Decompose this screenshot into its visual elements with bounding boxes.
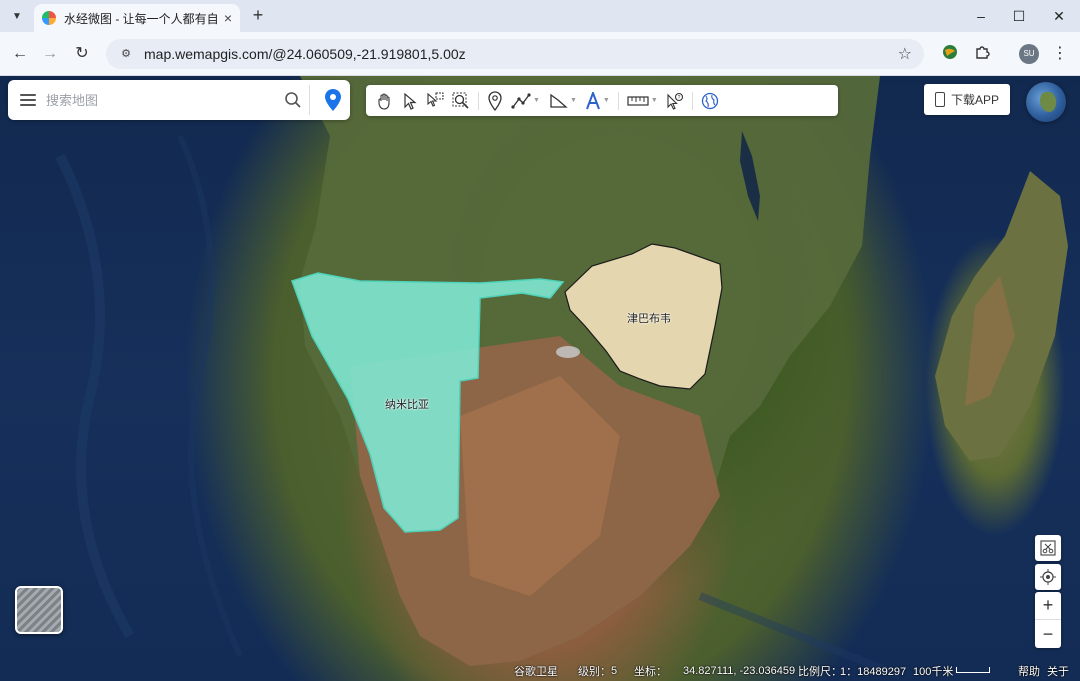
marker-icon[interactable] [487, 88, 503, 114]
back-button[interactable]: ← [8, 42, 32, 66]
site-info-icon[interactable]: ⚙ [118, 46, 134, 62]
tab-search-menu-icon[interactable]: ▼ [6, 6, 28, 26]
toolbar-divider [617, 91, 619, 110]
polyline-icon[interactable]: ▼ [511, 88, 540, 114]
box-select-icon[interactable] [426, 88, 444, 114]
extensions-puzzle-icon[interactable] [972, 44, 992, 64]
browser-tab[interactable]: 水经微图 - 让每一个人都有自己 × [34, 4, 240, 32]
region-label-zimbabwe: 津巴布韦 [627, 313, 671, 325]
about-link[interactable]: 关于 [1047, 663, 1069, 679]
bookmark-star-icon[interactable]: ☆ [898, 44, 912, 64]
download-app-button[interactable]: 下载APP [924, 84, 1010, 115]
zoom-out-button[interactable]: − [1035, 620, 1061, 648]
forward-button[interactable]: → [38, 42, 62, 66]
world-view-icon[interactable] [701, 88, 719, 114]
measure-ruler-icon[interactable]: ▼ [627, 88, 658, 114]
zoom-level-label: 级别： [578, 666, 611, 678]
tab-title: 水经微图 - 让每一个人都有自己 [64, 11, 218, 26]
extension-globe-icon[interactable] [940, 44, 960, 64]
profile-avatar[interactable]: SU [1019, 44, 1039, 64]
minimize-button[interactable]: – [966, 6, 996, 26]
browser-menu-icon[interactable]: ⋮ [1050, 44, 1070, 64]
address-bar[interactable]: ⚙ map.wemapgis.com/@24.060509,-21.919801… [106, 39, 924, 69]
browser-tab-bar: ▼ 水经微图 - 让每一个人都有自己 × + – ☐ ✕ [0, 0, 1080, 32]
map-search-box [8, 80, 350, 120]
tab-close-icon[interactable]: × [224, 11, 232, 25]
globe-view-button[interactable] [1026, 82, 1066, 122]
map-canvas[interactable]: 纳米比亚 津巴布韦 ▼ [0, 76, 1080, 681]
basemap-source: 谷歌卫星 [514, 666, 558, 678]
address-toolbar: ← → ↻ ⚙ map.wemapgis.com/@24.060509,-21.… [0, 32, 1080, 76]
phone-icon [934, 92, 945, 107]
maximize-button[interactable]: ☐ [1004, 6, 1034, 26]
zoom-in-button[interactable]: + [1035, 592, 1061, 620]
polygon-icon[interactable]: ▼ [548, 88, 577, 114]
site-favicon-icon [42, 11, 56, 25]
coordinate-value: 34.827111, -23.036459 [683, 665, 796, 677]
toolbar-divider [691, 91, 693, 110]
zoom-level-value: 5 [611, 665, 618, 677]
scale-value: 1：18489297 [840, 666, 907, 678]
menu-hamburger-icon[interactable] [20, 94, 36, 106]
zoom-controls: + − [1035, 592, 1061, 648]
scale-label: 比例尺： [798, 666, 842, 678]
search-input[interactable] [42, 85, 276, 115]
map-status-bar: 谷歌卫星 级别： 5 坐标： 34.827111, -23.036459 比例尺… [0, 661, 1080, 681]
toolbar-divider [478, 91, 479, 110]
scale-bar [956, 667, 990, 673]
svg-text:?: ? [677, 95, 680, 101]
search-icon[interactable] [276, 85, 310, 115]
reload-button[interactable]: ↻ [70, 42, 94, 66]
locate-me-button[interactable] [1035, 564, 1061, 590]
region-label-namibia: 纳米比亚 [385, 399, 429, 411]
url-text[interactable]: map.wemapgis.com/@24.060509,-21.919801,5… [144, 46, 898, 62]
basemap-layer-switcher[interactable] [15, 586, 63, 634]
help-link[interactable]: 帮助 [1018, 663, 1040, 679]
download-app-label: 下载APP [950, 93, 999, 107]
satellite-terrain [55, 76, 1068, 680]
pan-hand-icon[interactable] [376, 88, 394, 114]
new-tab-button[interactable]: + [248, 5, 268, 25]
zoom-to-area-icon[interactable] [452, 88, 470, 114]
close-window-button[interactable]: ✕ [1044, 6, 1074, 26]
text-tool-icon[interactable]: ▼ [585, 88, 610, 114]
pick-info-icon[interactable]: ? [666, 88, 684, 114]
map-toolbar: ▼ ▼ ▼ ▼ ? [366, 85, 838, 116]
scale-bar-label: 100千米 [913, 666, 954, 678]
coordinate-label: 坐标： [634, 666, 667, 678]
screenshot-scissors-button[interactable] [1035, 535, 1061, 561]
location-pin-icon[interactable] [316, 85, 350, 115]
select-arrow-icon[interactable] [402, 88, 418, 114]
